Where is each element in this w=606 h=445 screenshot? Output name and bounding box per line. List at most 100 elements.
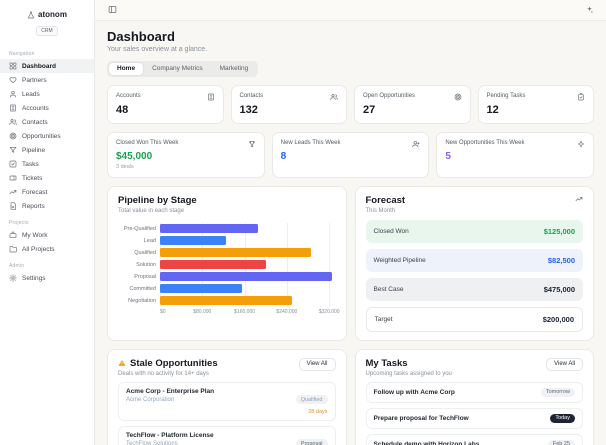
forecast-panel: Forecast This Month Closed Won $125,000 …: [354, 185, 594, 341]
ticket-icon: [9, 175, 17, 181]
trending-up-icon: [575, 196, 583, 201]
middle-panels-row: Pipeline by Stage Total value in each st…: [107, 185, 594, 341]
main-area: Dashboard Your sales overview at a glanc…: [95, 0, 606, 445]
tasks-title: My Tasks: [365, 357, 408, 369]
chart-category-labels: Pre-Qualified Lead Qualified Solution Pr…: [118, 223, 160, 307]
sidebar-item-reports[interactable]: Reports: [0, 199, 94, 213]
task-name: Schedule demo with Horizon Labs: [373, 440, 480, 445]
nav-section-projects: Projects: [9, 220, 29, 226]
opportunity-name: TechFlow - Platform License: [126, 431, 214, 439]
closed-won-card[interactable]: Closed Won This Week $45,000 3 deals: [107, 131, 265, 178]
sidebar-item-tickets[interactable]: Tickets: [0, 171, 94, 185]
sidebar-item-contacts[interactable]: Contacts: [0, 115, 94, 129]
building-icon: [207, 93, 214, 100]
panel-left-icon: [108, 6, 116, 14]
users-icon: [9, 119, 17, 125]
chart-category-label: Pre-Qualified: [123, 225, 156, 232]
chart-bar: [160, 248, 311, 258]
stale-opportunity-item[interactable]: TechFlow - Platform License TechFlow Sol…: [118, 425, 336, 445]
new-opportunities-card[interactable]: New Opportunities This Week 5: [436, 131, 594, 178]
forecast-row-label: Target: [374, 315, 393, 323]
forecast-title: Forecast: [365, 194, 406, 206]
chart-category-label: Lead: [143, 237, 156, 244]
dashboard-tabs: Home Company Metrics Marketing: [107, 60, 259, 77]
pipeline-bar-chart: Pre-Qualified Lead Qualified Solution Pr…: [118, 222, 336, 307]
task-name: Prepare proposal for TechFlow: [373, 414, 469, 422]
my-tasks-panel: My Tasks Upcoming tasks assigned to you …: [354, 348, 594, 445]
forecast-row-closed-won: Closed Won $125,000: [365, 219, 583, 243]
funnel-icon: [9, 147, 17, 153]
sidebar-item-settings[interactable]: Settings: [0, 271, 94, 285]
stat-value: 27: [363, 103, 376, 116]
stat-cards-row: Accounts 48 Contacts 132 Open Opportunit…: [107, 84, 594, 124]
chart-category-label: Solution: [136, 261, 156, 268]
pipeline-panel: Pipeline by Stage Total value in each st…: [107, 185, 347, 341]
stale-view-all-button[interactable]: View All: [298, 357, 336, 371]
sidebar-item-forecast[interactable]: Forecast: [0, 185, 94, 199]
task-name: Follow up with Acme Corp: [373, 388, 455, 396]
trending-up-icon: [9, 190, 17, 194]
tab-home[interactable]: Home: [109, 62, 144, 75]
highlight-label: Closed Won This Week: [116, 139, 179, 146]
highlight-value: 5: [445, 150, 451, 162]
sidebar-item-label: Reports: [22, 202, 45, 210]
sidebar-item-my-work[interactable]: My Work: [0, 228, 94, 242]
brand: atonom CRM: [0, 8, 94, 44]
tab-marketing[interactable]: Marketing: [212, 63, 257, 75]
stat-card-pending-tasks[interactable]: Pending Tasks 12: [477, 84, 594, 124]
sidebar-toggle-button[interactable]: [105, 3, 119, 17]
stale-days: 28 days: [308, 408, 328, 415]
target-icon: [9, 132, 17, 140]
task-item[interactable]: Follow up with Acme Corp Tomorrow: [365, 381, 583, 403]
tasks-view-all-button[interactable]: View All: [546, 357, 583, 371]
flask-logo-icon: [28, 11, 35, 18]
chart-bar: [160, 260, 266, 270]
chart-bar: [160, 224, 258, 234]
sidebar-item-tasks[interactable]: Tasks: [0, 157, 94, 171]
dashboard-content: Dashboard Your sales overview at a glanc…: [95, 21, 606, 445]
task-item[interactable]: Schedule demo with Horizon Labs Feb 25: [365, 433, 583, 445]
sidebar-item-pipeline[interactable]: Pipeline: [0, 143, 94, 157]
tasks-subtitle: Upcoming tasks assigned to you: [365, 370, 452, 377]
forecast-row-label: Weighted Pipeline: [373, 256, 426, 264]
clipboard-check-icon: [578, 92, 584, 100]
task-item[interactable]: Prepare proposal for TechFlow Today: [365, 407, 583, 429]
sparkles-icon: [586, 6, 593, 14]
stage-badge: Qualified: [295, 395, 328, 405]
stat-card-accounts[interactable]: Accounts 48: [107, 84, 224, 124]
stat-label: Open Opportunities: [363, 92, 416, 99]
task-due-badge: Feb 25: [547, 439, 575, 445]
stale-opportunity-item[interactable]: Acme Corp - Enterprise Plan Acme Corpora…: [118, 381, 336, 421]
user-plus-icon: [412, 140, 420, 147]
highlight-label: New Opportunities This Week: [445, 139, 525, 146]
tab-company-metrics[interactable]: Company Metrics: [144, 63, 211, 75]
sidebar-item-all-projects[interactable]: All Projects: [0, 242, 94, 256]
sidebar-item-label: Dashboard: [22, 62, 56, 70]
sidebar-item-opportunities[interactable]: Opportunities: [0, 129, 94, 143]
chart-category-label: Negotiation: [128, 297, 156, 304]
highlight-sub: 3 deals: [116, 163, 134, 170]
sidebar-item-leads[interactable]: Leads: [0, 87, 94, 101]
target-icon: [454, 93, 461, 100]
sidebar-item-accounts[interactable]: Accounts: [0, 101, 94, 115]
stat-card-contacts[interactable]: Contacts 132: [230, 84, 347, 124]
sidebar-item-label: Accounts: [22, 104, 49, 112]
stat-card-open-opportunities[interactable]: Open Opportunities 27: [354, 84, 471, 124]
sidebar-item-partners[interactable]: Partners: [0, 73, 94, 87]
page-title: Dashboard: [107, 28, 175, 44]
sidebar-item-label: Partners: [22, 76, 47, 84]
sparkle-icon: [578, 140, 584, 147]
new-leads-card[interactable]: New Leads This Week 8: [271, 131, 430, 178]
folder-icon: [9, 246, 17, 253]
task-due-badge: Tomorrow: [540, 387, 575, 397]
assistant-button[interactable]: [582, 3, 596, 17]
chart-category-label: Qualified: [134, 249, 156, 256]
stat-value: 12: [486, 103, 499, 116]
sidebar-item-dashboard[interactable]: Dashboard: [0, 59, 94, 73]
chart-bar: [160, 272, 332, 282]
sidebar-item-label: Tasks: [22, 160, 39, 168]
sidebar-item-label: My Work: [22, 231, 48, 239]
stat-label: Contacts: [239, 92, 264, 99]
stage-badge: Proposal: [295, 439, 328, 445]
stat-value: 48: [116, 103, 129, 116]
